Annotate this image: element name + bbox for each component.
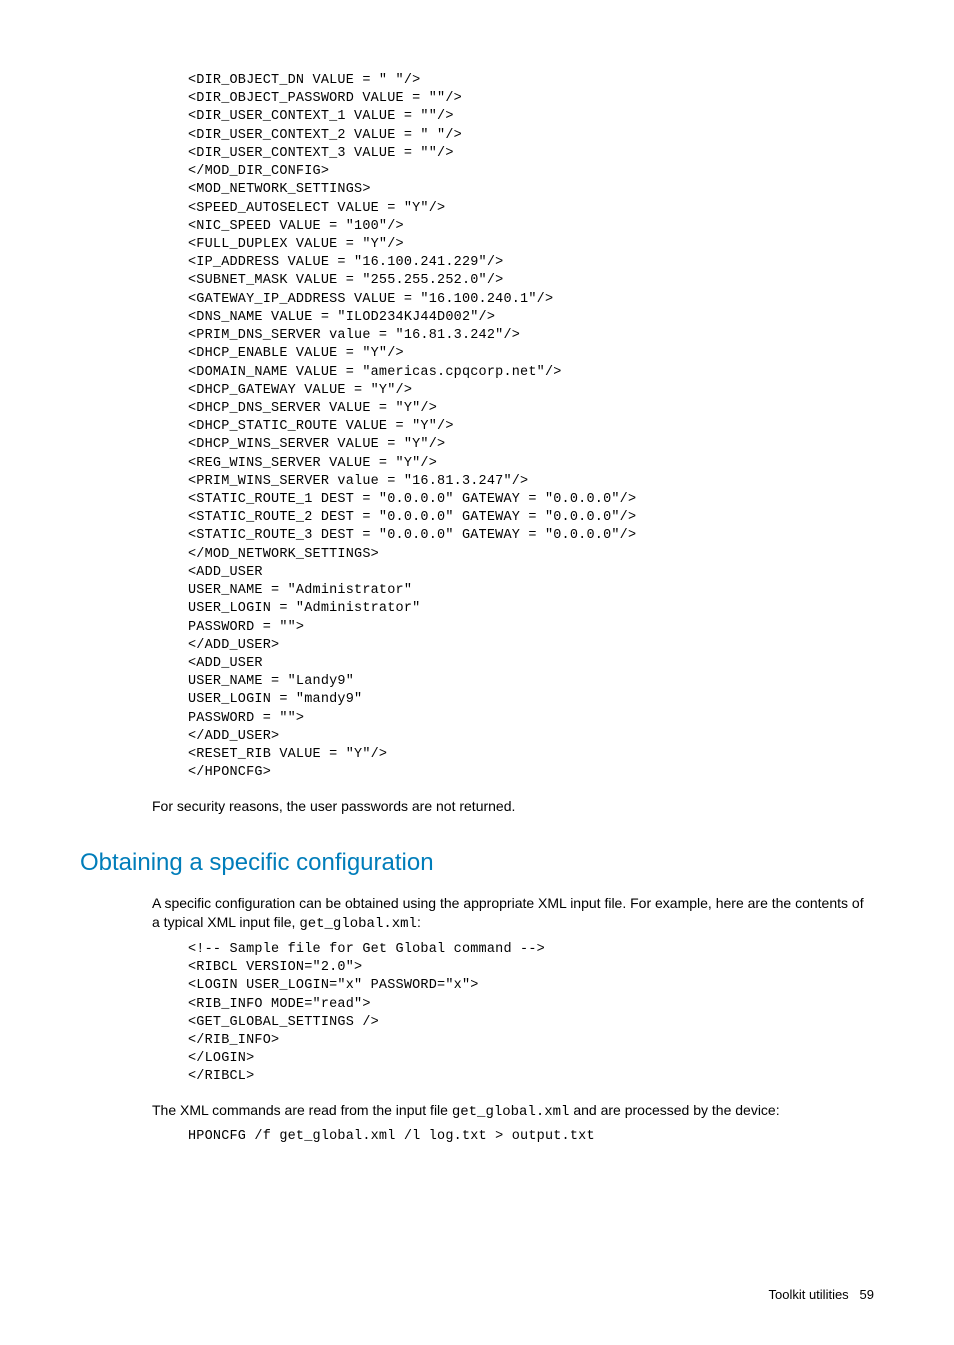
paragraph-security-note: For security reasons, the user passwords… bbox=[152, 797, 874, 817]
paragraph-commands-read-text-a: The XML commands are read from the input… bbox=[152, 1102, 452, 1118]
inline-code-get-global: get_global.xml bbox=[299, 916, 417, 932]
page-footer: Toolkit utilities 59 bbox=[80, 1286, 874, 1304]
paragraph-specific-config: A specific configuration can be obtained… bbox=[152, 894, 874, 935]
code-block-command: HPONCFG /f get_global.xml /l log.txt > o… bbox=[188, 1128, 874, 1146]
heading-obtaining-config: Obtaining a specific configuration bbox=[80, 846, 874, 880]
paragraph-specific-config-text-b: : bbox=[417, 914, 421, 930]
code-block-config: <DIR_OBJECT_DN VALUE = " "/> <DIR_OBJECT… bbox=[188, 72, 874, 783]
inline-code-get-global-2: get_global.xml bbox=[452, 1104, 570, 1120]
footer-label: Toolkit utilities bbox=[768, 1287, 848, 1302]
paragraph-commands-read-text-b: and are processed by the device: bbox=[569, 1102, 779, 1118]
paragraph-commands-read: The XML commands are read from the input… bbox=[152, 1101, 874, 1123]
paragraph-specific-config-text-a: A specific configuration can be obtained… bbox=[152, 895, 864, 931]
footer-page-number: 59 bbox=[860, 1287, 874, 1302]
code-block-sample: <!-- Sample file for Get Global command … bbox=[188, 941, 874, 1087]
